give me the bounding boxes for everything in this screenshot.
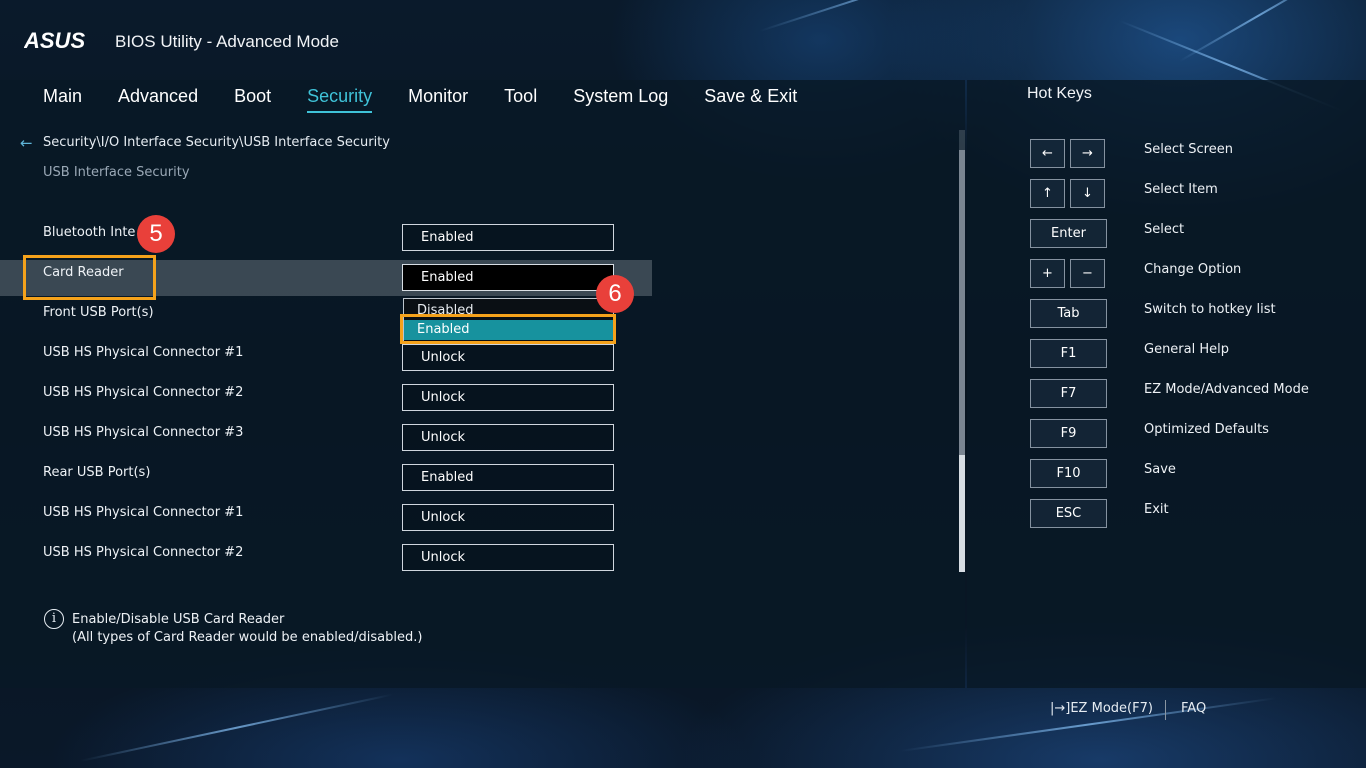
- hotkey-desc-switch: Switch to hotkey list: [1144, 302, 1276, 317]
- key-left-arrow[interactable]: ←: [1030, 139, 1065, 168]
- scrollbar-thumb[interactable]: [959, 455, 965, 572]
- rear-connector-2-select[interactable]: Unlock: [402, 544, 614, 571]
- tab-tool[interactable]: Tool: [504, 86, 537, 113]
- setting-label-front-connector-1: USB HS Physical Connector #1: [43, 345, 244, 360]
- setting-label-bluetooth: Bluetooth Inte: [43, 225, 136, 240]
- tab-save-exit[interactable]: Save & Exit: [704, 86, 797, 113]
- rear-connector-1-select[interactable]: Unlock: [402, 504, 614, 531]
- tab-security[interactable]: Security: [307, 86, 373, 113]
- main-nav: Main Advanced Boot Security Monitor Tool…: [43, 86, 833, 113]
- help-text-line1: Enable/Disable USB Card Reader: [72, 612, 285, 627]
- asus-logo: ASUS: [23, 28, 102, 53]
- app-title: BIOS Utility - Advanced Mode: [115, 32, 339, 51]
- card-reader-select[interactable]: Enabled: [402, 264, 614, 291]
- key-right-arrow[interactable]: →: [1070, 139, 1105, 168]
- setting-label-rear-connector-2: USB HS Physical Connector #2: [43, 545, 244, 560]
- rear-usb-select[interactable]: Enabled: [402, 464, 614, 491]
- key-tab[interactable]: Tab: [1030, 299, 1107, 328]
- front-connector-1-select[interactable]: Unlock: [402, 344, 614, 371]
- scrollbar-upper: [959, 150, 965, 460]
- tab-system-log[interactable]: System Log: [573, 86, 668, 113]
- info-icon: i: [44, 609, 64, 629]
- key-plus[interactable]: +: [1030, 259, 1065, 288]
- key-f9[interactable]: F9: [1030, 419, 1107, 448]
- hotkeys-title: Hot Keys: [1027, 85, 1092, 102]
- key-esc[interactable]: ESC: [1030, 499, 1107, 528]
- front-connector-3-select[interactable]: Unlock: [402, 424, 614, 451]
- setting-label-front-connector-2: USB HS Physical Connector #2: [43, 385, 244, 400]
- hotkey-desc-general-help: General Help: [1144, 342, 1230, 357]
- breadcrumb: Security\I/O Interface Security\USB Inte…: [43, 135, 390, 150]
- annotation-box-card-reader: [23, 255, 156, 300]
- tab-monitor[interactable]: Monitor: [408, 86, 468, 113]
- faq-button[interactable]: FAQ: [1181, 701, 1206, 716]
- key-minus[interactable]: −: [1070, 259, 1105, 288]
- front-connector-2-select[interactable]: Unlock: [402, 384, 614, 411]
- svg-text:ASUS: ASUS: [24, 30, 85, 52]
- help-text-line2: (All types of Card Reader would be enabl…: [72, 630, 423, 645]
- setting-label-rear-usb: Rear USB Port(s): [43, 465, 151, 480]
- setting-label-front-usb: Front USB Port(s): [43, 305, 154, 320]
- tab-boot[interactable]: Boot: [234, 86, 271, 113]
- ez-mode-button[interactable]: |→]EZ Mode(F7): [1050, 701, 1153, 716]
- bluetooth-select[interactable]: Enabled: [402, 224, 614, 251]
- key-f10[interactable]: F10: [1030, 459, 1107, 488]
- hotkey-desc-change-option: Change Option: [1144, 262, 1242, 277]
- key-f7[interactable]: F7: [1030, 379, 1107, 408]
- key-enter[interactable]: Enter: [1030, 219, 1107, 248]
- hotkey-desc-select: Select: [1144, 222, 1185, 237]
- hotkey-desc-optimized-defaults: Optimized Defaults: [1144, 422, 1269, 437]
- setting-label-rear-connector-1: USB HS Physical Connector #1: [43, 505, 244, 520]
- footer-divider: [1165, 700, 1166, 720]
- hotkey-desc-ez-mode: EZ Mode/Advanced Mode: [1144, 382, 1309, 397]
- page-subtitle: USB Interface Security: [43, 165, 190, 180]
- key-f1[interactable]: F1: [1030, 339, 1107, 368]
- hotkey-desc-select-item: Select Item: [1144, 182, 1218, 197]
- hotkey-desc-select-screen: Select Screen: [1144, 142, 1233, 157]
- key-down-arrow[interactable]: ↓: [1070, 179, 1105, 208]
- hotkey-desc-save: Save: [1144, 462, 1176, 477]
- annotation-badge-5: 5: [137, 215, 175, 253]
- tab-advanced[interactable]: Advanced: [118, 86, 198, 113]
- setting-label-front-connector-3: USB HS Physical Connector #3: [43, 425, 244, 440]
- key-up-arrow[interactable]: ↑: [1030, 179, 1065, 208]
- back-arrow-icon[interactable]: ←: [20, 134, 33, 152]
- tab-main[interactable]: Main: [43, 86, 82, 113]
- hotkey-desc-exit: Exit: [1144, 502, 1169, 517]
- annotation-badge-6: 6: [596, 275, 634, 313]
- annotation-box-enabled-option: [400, 314, 616, 344]
